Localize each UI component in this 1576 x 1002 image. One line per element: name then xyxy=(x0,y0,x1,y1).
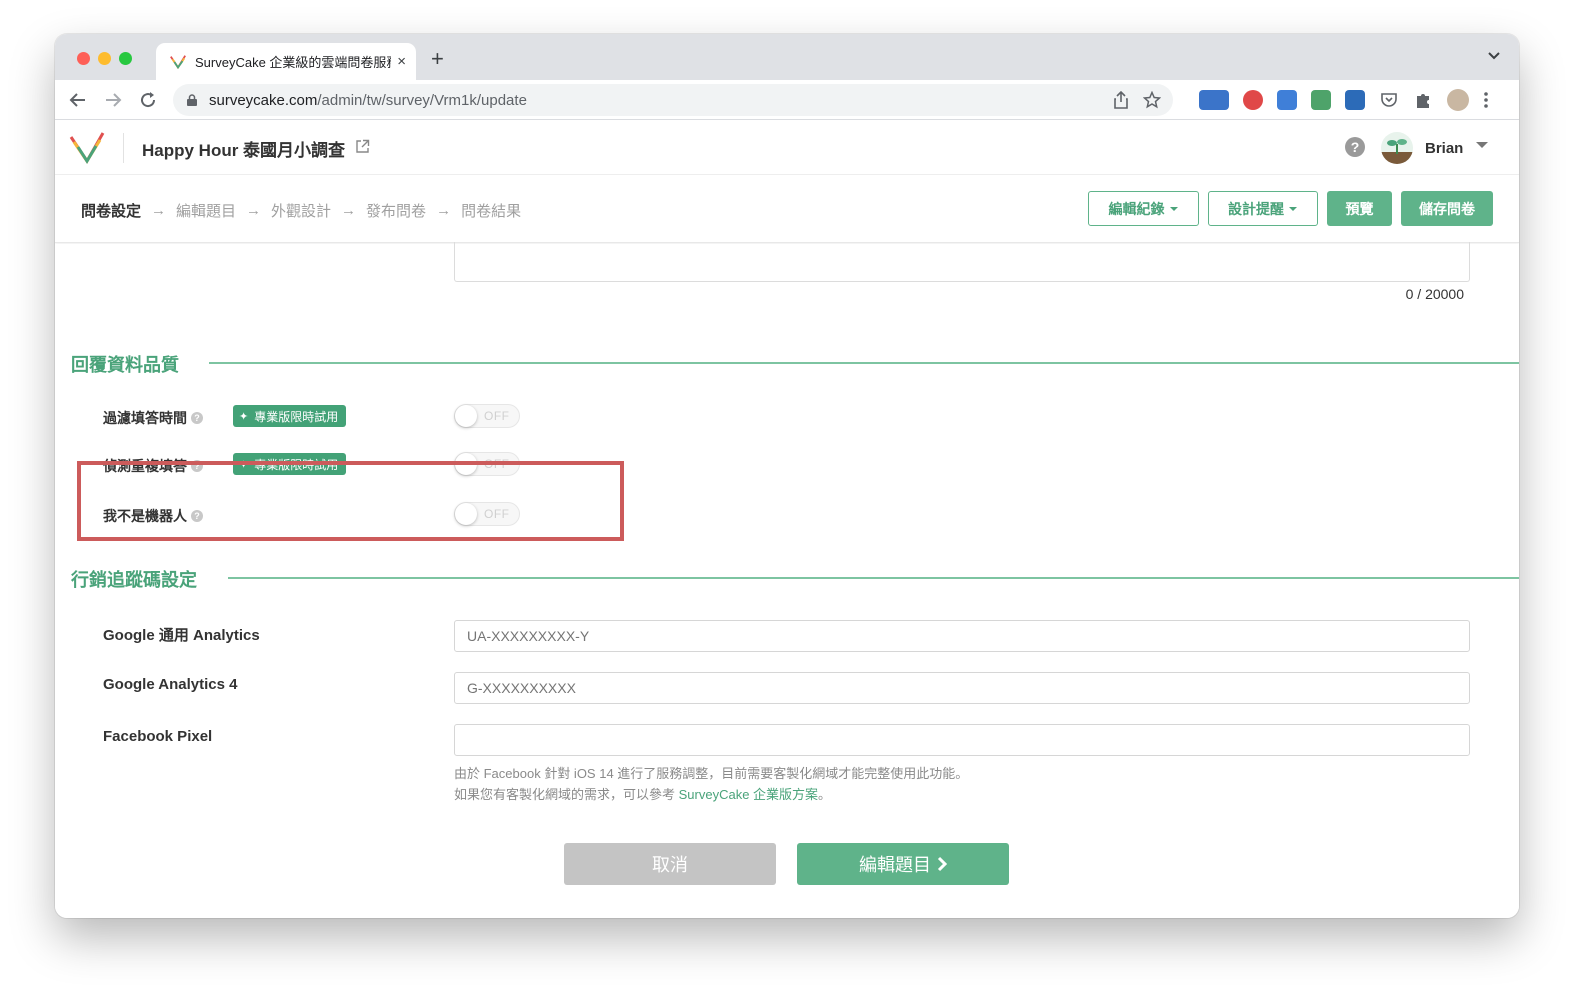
red-extension-icon[interactable] xyxy=(1243,90,1263,110)
chevron-right-icon xyxy=(937,856,947,872)
tab-search-chevron-icon[interactable] xyxy=(1487,51,1501,61)
note-suffix: 。 xyxy=(818,787,832,802)
question-mark-icon[interactable]: ? xyxy=(191,412,203,424)
open-survey-link-icon[interactable] xyxy=(355,139,370,154)
tab-close-icon[interactable]: × xyxy=(397,53,406,70)
pro-trial-badge: ✦ 專業版限時試用 xyxy=(233,405,347,427)
ga4-label: Google Analytics 4 xyxy=(103,676,238,693)
design-tips-label: 設計提醒 xyxy=(1228,200,1284,217)
url-path: /admin/tw/survey/Vrm1k/update xyxy=(317,91,527,109)
close-window-button[interactable] xyxy=(77,52,90,65)
header-divider xyxy=(123,133,124,163)
highlight-annotation-box xyxy=(77,461,624,541)
browser-tab[interactable]: SurveyCake 企業級的雲端問卷服務 × xyxy=(156,43,416,80)
edit-questions-button[interactable]: 編輯題目 xyxy=(797,843,1009,885)
step-results[interactable]: 問卷結果 xyxy=(461,200,521,221)
bookmark-star-icon[interactable] xyxy=(1143,91,1161,109)
ga-universal-input[interactable] xyxy=(454,620,1470,652)
new-tab-button[interactable]: + xyxy=(431,48,444,70)
sprout-avatar-icon xyxy=(1381,139,1413,164)
toggle-off-text: OFF xyxy=(484,409,510,423)
note-prefix: 如果您有客製化網域的需求，可以參考 xyxy=(454,787,679,802)
help-icon[interactable]: ? xyxy=(1345,137,1365,157)
lock-icon xyxy=(187,94,197,106)
surveycake-favicon-icon xyxy=(170,54,186,69)
window-controls xyxy=(77,52,132,65)
filter-time-text: 過濾填答時間 xyxy=(103,410,187,426)
calendar-extension-icon[interactable] xyxy=(1199,90,1229,110)
sparkle-icon: ✦ xyxy=(239,410,249,423)
reload-icon[interactable] xyxy=(139,91,157,109)
caret-down-icon xyxy=(1169,206,1178,211)
minimize-window-button[interactable] xyxy=(98,52,111,65)
url-host: surveycake.com xyxy=(209,91,318,109)
section-divider xyxy=(228,577,1519,579)
description-textarea[interactable] xyxy=(454,242,1470,282)
filter-time-label: 過濾填答時間 ? xyxy=(103,408,203,428)
toggle-knob xyxy=(455,405,477,427)
surveycake-logo-icon[interactable] xyxy=(69,131,105,165)
green-extension-icon[interactable] xyxy=(1311,90,1331,110)
section-divider xyxy=(209,362,1519,364)
design-tips-button[interactable]: 設計提醒 xyxy=(1208,191,1318,226)
step-arrow-icon: → xyxy=(151,202,167,219)
ga-universal-label: Google 通用 Analytics xyxy=(103,627,260,644)
edit-questions-label: 編輯題目 xyxy=(859,855,931,875)
facebook-note-line2: 如果您有客製化網域的需求，可以參考 SurveyCake 企業版方案。 xyxy=(454,784,831,803)
step-publish[interactable]: 發布問卷 xyxy=(366,200,426,221)
browser-window: SurveyCake 企業級的雲端問卷服務 × + surveycake.com… xyxy=(55,34,1519,918)
enterprise-plan-link[interactable]: SurveyCake 企業版方案 xyxy=(679,787,818,802)
username[interactable]: Brian xyxy=(1425,140,1463,157)
pro-trial-text: 專業版限時試用 xyxy=(254,409,339,424)
maximize-window-button[interactable] xyxy=(119,52,132,65)
facebook-pixel-input[interactable] xyxy=(454,724,1470,756)
address-bar[interactable]: surveycake.com/admin/tw/survey/Vrm1k/upd… xyxy=(173,84,1173,116)
caret-down-icon xyxy=(1289,206,1297,211)
extensions-bar xyxy=(1199,84,1489,116)
step-arrow-icon: → xyxy=(341,202,357,219)
facebook-pixel-label: Facebook Pixel xyxy=(103,728,213,745)
filter-time-toggle[interactable]: OFF xyxy=(454,404,520,428)
section-title-response-quality: 回覆資料品質 xyxy=(71,355,179,375)
back-icon[interactable] xyxy=(69,91,87,109)
survey-title: Happy Hour 泰國月小調查 xyxy=(142,141,346,160)
tab-strip: SurveyCake 企業級的雲端問卷服務 × + xyxy=(55,34,1519,80)
save-survey-button[interactable]: 儲存問卷 xyxy=(1401,191,1493,226)
step-edit-questions[interactable]: 編輯題目 xyxy=(176,200,236,221)
step-arrow-icon: → xyxy=(246,202,262,219)
steps-bar: 問卷設定 → 編輯題目 → 外觀設計 → 發布問卷 → 問卷結果 編輯紀錄 設計… xyxy=(55,175,1519,243)
edit-log-label: 編輯紀錄 xyxy=(1108,200,1165,217)
forward-icon[interactable] xyxy=(104,91,122,109)
app-header: Happy Hour 泰國月小調查 ? Brian xyxy=(55,121,1519,175)
avatar[interactable] xyxy=(1381,132,1413,164)
edit-log-button[interactable]: 編輯紀錄 xyxy=(1088,191,1199,226)
step-arrow-icon: → xyxy=(436,202,452,219)
step-survey-settings[interactable]: 問卷設定 xyxy=(81,200,141,221)
pocket-extension-icon[interactable] xyxy=(1379,90,1399,110)
profile-avatar-icon[interactable] xyxy=(1447,89,1469,111)
section-title-tracking: 行銷追蹤碼設定 xyxy=(71,570,197,590)
user-menu-caret-icon[interactable] xyxy=(1475,141,1489,149)
blue-extension-icon[interactable] xyxy=(1277,90,1297,110)
settings-content: 0 / 20000 回覆資料品質 過濾填答時間 ? ✦ 專業版限時試用 OFF … xyxy=(55,242,1519,918)
step-appearance[interactable]: 外觀設計 xyxy=(271,200,331,221)
breadcrumb: 問卷設定 → 編輯題目 → 外觀設計 → 發布問卷 → 問卷結果 xyxy=(81,200,521,221)
cancel-button[interactable]: 取消 xyxy=(564,843,776,885)
tab-title: SurveyCake 企業級的雲端問卷服務 xyxy=(195,55,392,70)
facebook-note-line1: 由於 Facebook 針對 iOS 14 進行了服務調整，目前需要客製化網域才… xyxy=(454,766,969,781)
s-extension-icon[interactable] xyxy=(1345,90,1365,110)
ga4-input[interactable] xyxy=(454,672,1470,704)
share-icon[interactable] xyxy=(1113,91,1129,109)
browser-menu-icon[interactable] xyxy=(1483,91,1489,109)
preview-button[interactable]: 預覽 xyxy=(1327,191,1392,226)
char-count: 0 / 20000 xyxy=(1405,286,1464,302)
browser-toolbar: surveycake.com/admin/tw/survey/Vrm1k/upd… xyxy=(55,80,1519,120)
puzzle-extensions-icon[interactable] xyxy=(1413,90,1433,110)
